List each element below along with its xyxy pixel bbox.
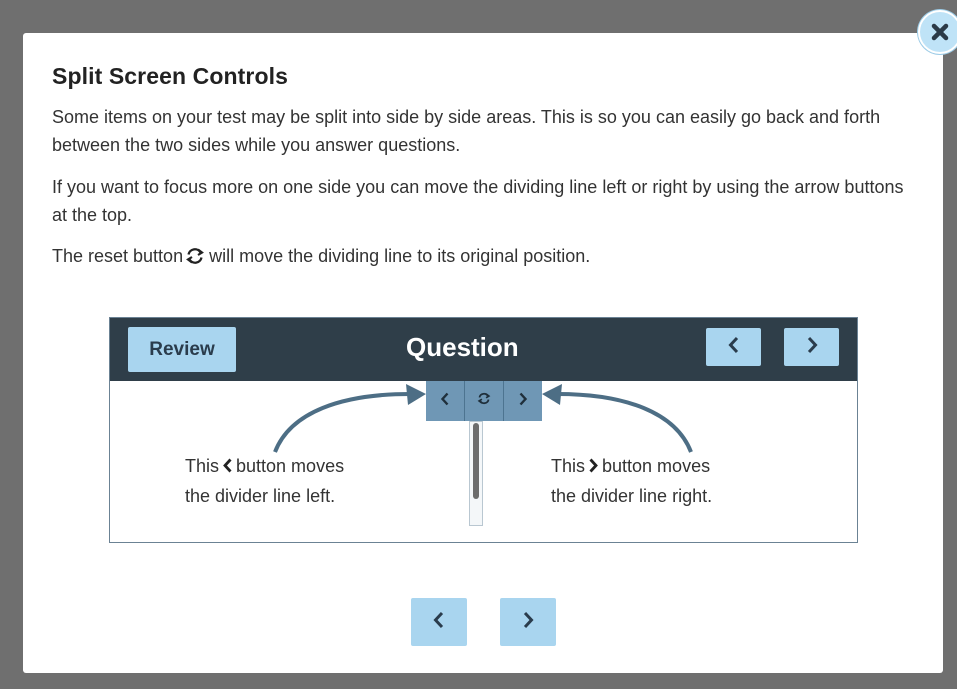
dialog-title: Split Screen Controls bbox=[52, 63, 288, 89]
split-screen-illustration: Review Question This button moves the di… bbox=[109, 317, 858, 543]
right-callout-after: button moves bbox=[602, 456, 711, 476]
divider-scrollbar-sample bbox=[469, 421, 483, 526]
refresh-icon bbox=[477, 392, 491, 410]
close-button[interactable] bbox=[918, 10, 957, 54]
split-left-segment bbox=[426, 381, 464, 421]
left-callout-line2: the divider line left. bbox=[185, 486, 336, 506]
help-dialog: Split Screen Controls Some items on your… bbox=[23, 33, 943, 673]
split-reset-segment bbox=[464, 381, 503, 421]
right-callout-before: This bbox=[551, 456, 586, 476]
left-button-callout: This button moves the divider line left. bbox=[185, 452, 344, 511]
left-callout-before: This bbox=[185, 456, 220, 476]
split-controls-sample bbox=[426, 381, 542, 421]
next-page-button[interactable] bbox=[500, 598, 556, 646]
previous-page-button[interactable] bbox=[411, 598, 467, 646]
right-callout-line2: the divider line right. bbox=[551, 486, 713, 506]
right-button-callout: This button moves the divider line right. bbox=[551, 452, 712, 511]
divider-scroll-thumb bbox=[473, 423, 479, 499]
paragraph-split-intro: Some items on your test may be split int… bbox=[52, 107, 881, 155]
split-right-segment bbox=[503, 381, 542, 421]
close-icon bbox=[930, 22, 950, 42]
reset-text-before: The reset button bbox=[52, 246, 184, 266]
refresh-icon bbox=[185, 245, 205, 273]
left-callout-line1: This button moves bbox=[185, 452, 344, 482]
paragraph-focus-instructions: If you want to focus more on one side yo… bbox=[52, 177, 904, 225]
left-callout-after: button moves bbox=[236, 456, 345, 476]
chevron-right-icon bbox=[521, 611, 535, 634]
chevron-right-icon bbox=[518, 392, 528, 411]
right-callout-line1: This button moves bbox=[551, 452, 712, 482]
chevron-left-icon bbox=[222, 453, 233, 482]
chevron-right-icon bbox=[588, 453, 599, 482]
chevron-left-icon bbox=[440, 392, 450, 411]
paragraph-reset-instructions: The reset button will move the dividing l… bbox=[52, 242, 922, 273]
chevron-left-icon bbox=[432, 611, 446, 634]
reset-text-after: will move the dividing line to its origi… bbox=[209, 246, 591, 266]
